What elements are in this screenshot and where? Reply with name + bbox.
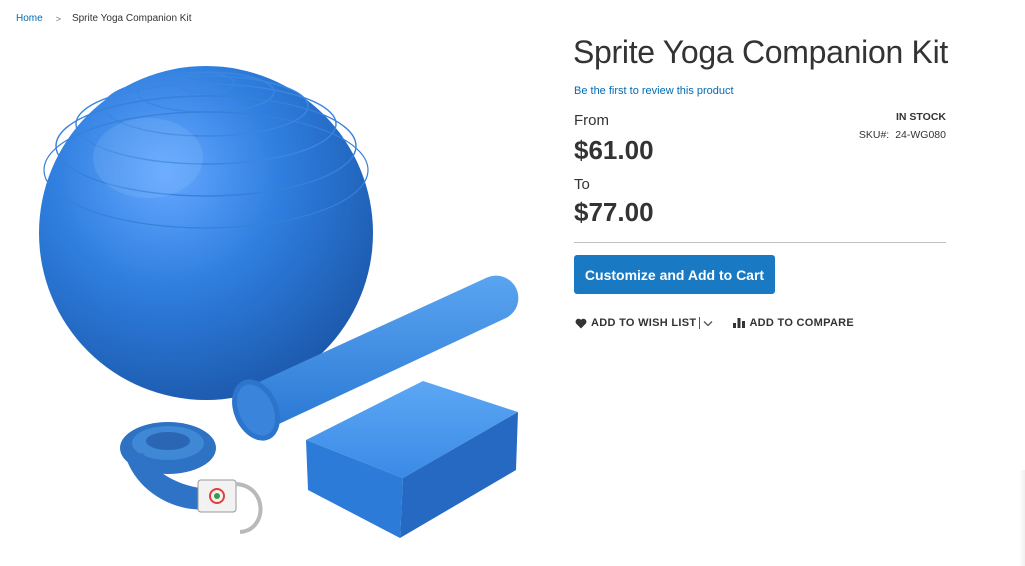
product-image-gallery[interactable] — [18, 38, 548, 558]
yoga-strap — [120, 422, 263, 534]
sku: SKU#: 24-WG080 — [859, 129, 946, 141]
product-photo — [39, 66, 519, 538]
price-to-label: To — [574, 176, 590, 193]
stock-status: IN STOCK — [896, 111, 946, 123]
price-from-label: From — [574, 112, 609, 129]
add-to-compare-button[interactable]: ADD TO COMPARE — [733, 317, 854, 329]
divider — [574, 242, 946, 243]
sku-value: 24-WG080 — [895, 129, 946, 141]
customize-add-to-cart-button[interactable]: Customize and Add to Cart — [574, 255, 775, 294]
sku-label: SKU#: — [858, 129, 890, 141]
breadcrumb-home-link[interactable]: Home — [16, 13, 43, 24]
yoga-ball — [39, 66, 373, 400]
bar-chart-icon — [733, 318, 746, 328]
price-from: $61.00 — [574, 135, 654, 165]
breadcrumb: Home > Sprite Yoga Companion Kit — [16, 13, 191, 24]
product-social-actions: ADD TO WISH LIST ADD TO COMPARE — [575, 317, 854, 329]
price-to: $77.00 — [574, 197, 654, 227]
breadcrumb-current: Sprite Yoga Companion Kit — [71, 13, 192, 24]
page-title: Sprite Yoga Companion Kit — [573, 34, 948, 70]
chevron-down-icon — [703, 320, 713, 326]
breadcrumb-separator-chevron-icon: > — [55, 13, 61, 24]
review-link[interactable]: Be the first to review this product — [574, 85, 734, 97]
wishlist-label: ADD TO WISH LIST — [591, 317, 697, 329]
yoga-block — [306, 381, 518, 538]
add-to-wishlist-button[interactable]: ADD TO WISH LIST — [575, 317, 696, 329]
edge-shadow — [1019, 470, 1025, 566]
heart-icon — [575, 318, 587, 328]
compare-label: ADD TO COMPARE — [749, 317, 855, 329]
wishlist-dropdown-toggle[interactable] — [699, 317, 713, 329]
